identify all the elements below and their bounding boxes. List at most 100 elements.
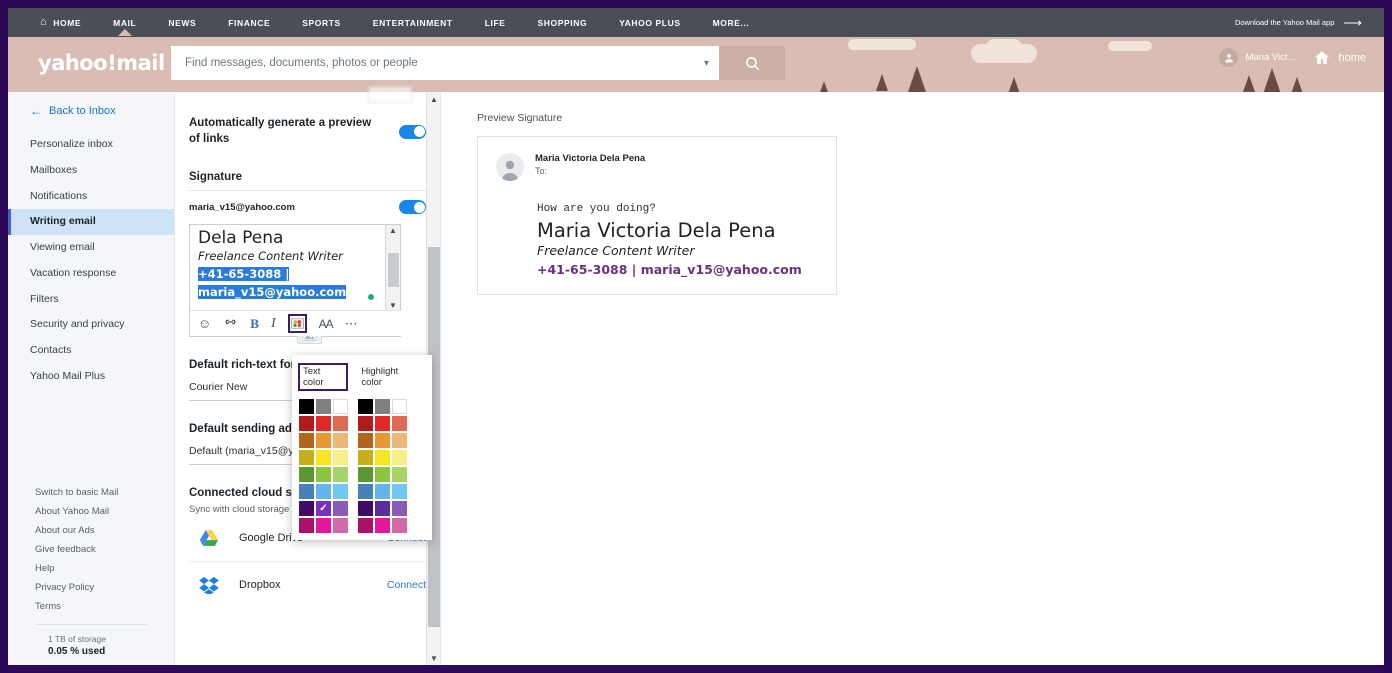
color-swatch[interactable] (375, 484, 390, 499)
color-swatch[interactable] (316, 450, 331, 465)
sidebar-item-vacation-response[interactable]: Vacation response (8, 261, 174, 287)
color-swatch[interactable] (333, 416, 348, 431)
color-swatch[interactable] (358, 399, 373, 414)
signature-toggle[interactable] (399, 200, 426, 215)
signature-editor-body[interactable]: Dela Pena Freelance Content Writer +41-6… (190, 225, 400, 307)
sidebar-item-contacts[interactable]: Contacts (8, 338, 174, 364)
color-swatch[interactable] (333, 467, 348, 482)
scroll-down-arrow-icon[interactable]: ▼ (427, 651, 441, 665)
color-swatch[interactable] (392, 518, 407, 533)
search-button[interactable] (719, 46, 785, 80)
footer-link-about-our-ads[interactable]: About our Ads (8, 521, 174, 540)
color-swatch[interactable] (358, 501, 373, 516)
tab-text-color[interactable]: Text color (298, 363, 349, 391)
italic-icon[interactable]: I (271, 316, 276, 332)
top-nav-item-news[interactable]: NEWS (152, 18, 212, 28)
footer-link-help[interactable]: Help (8, 559, 174, 578)
color-swatch[interactable] (358, 467, 373, 482)
signature-editor[interactable]: Dela Pena Freelance Content Writer +41-6… (189, 224, 402, 345)
footer-link-about-yahoo-mail[interactable]: About Yahoo Mail (8, 502, 174, 521)
search-input[interactable]: Find messages, documents, photos or peop… (171, 46, 719, 80)
yahoo-mail-logo[interactable]: yahoo!mail (38, 51, 165, 75)
bold-icon[interactable]: B (250, 316, 259, 332)
color-swatch[interactable] (299, 518, 314, 533)
top-nav-item-entertainment[interactable]: ENTERTAINMENT (357, 18, 469, 28)
color-swatch[interactable] (299, 450, 314, 465)
sidebar-item-personalize-inbox[interactable]: Personalize inbox (8, 132, 174, 158)
signature-scroll-thumb[interactable] (388, 253, 399, 288)
color-swatch[interactable] (299, 399, 314, 414)
color-swatch[interactable]: ✓ (316, 501, 331, 516)
color-swatch[interactable] (392, 467, 407, 482)
account-menu[interactable]: Maria Vict... (1219, 48, 1295, 67)
triangle-down-icon[interactable]: ▼ (389, 302, 397, 310)
color-swatch[interactable] (392, 399, 407, 414)
connect-button-dropbox[interactable]: Connect (387, 579, 426, 591)
link-icon[interactable] (223, 318, 238, 329)
resize-handle-dot[interactable] (368, 294, 374, 301)
top-nav-item-shopping[interactable]: SHOPPING (522, 18, 604, 28)
color-swatch[interactable] (333, 501, 348, 516)
footer-link-switch-to-basic-mail[interactable]: Switch to basic Mail (8, 483, 174, 502)
sidebar-item-filters[interactable]: Filters (8, 287, 174, 313)
back-to-inbox-link[interactable]: ← Back to Inbox (8, 92, 174, 118)
color-swatch[interactable] (392, 450, 407, 465)
footer-link-privacy-policy[interactable]: Privacy Policy (8, 578, 174, 597)
color-swatch[interactable] (375, 518, 390, 533)
top-nav-item-more[interactable]: MORE... (697, 18, 766, 28)
color-swatch[interactable] (333, 484, 348, 499)
font-size-icon[interactable]: AA (319, 317, 334, 331)
color-swatch[interactable] (392, 416, 407, 431)
sidebar-item-notifications[interactable]: Notifications (8, 184, 174, 210)
color-swatch[interactable] (358, 450, 373, 465)
download-app-link[interactable]: Download the Yahoo Mail app ⟶ (1235, 16, 1384, 29)
color-swatch[interactable] (299, 416, 314, 431)
color-swatch[interactable] (316, 433, 331, 448)
top-nav-item-sports[interactable]: SPORTS (286, 18, 357, 28)
color-swatch[interactable] (299, 501, 314, 516)
top-nav-item-life[interactable]: LIFE (469, 18, 522, 28)
color-swatch[interactable] (299, 467, 314, 482)
footer-link-terms[interactable]: Terms (8, 597, 174, 616)
color-swatch[interactable] (316, 416, 331, 431)
color-swatch[interactable] (358, 433, 373, 448)
link-preview-toggle[interactable] (399, 124, 426, 139)
color-swatch[interactable] (375, 433, 390, 448)
color-swatch[interactable] (333, 518, 348, 533)
sidebar-item-yahoo-mail-plus[interactable]: Yahoo Mail Plus (8, 364, 174, 390)
color-swatch[interactable] (358, 416, 373, 431)
top-nav-item-home[interactable]: ⌂ HOME (36, 17, 97, 28)
more-options-icon[interactable]: ⋯ (345, 316, 359, 332)
color-swatch[interactable] (375, 501, 390, 516)
color-swatch[interactable] (392, 433, 407, 448)
color-swatch[interactable] (333, 433, 348, 448)
color-swatch[interactable] (358, 484, 373, 499)
sidebar-item-mailboxes[interactable]: Mailboxes (8, 158, 174, 184)
top-nav-item-mail[interactable]: MAIL (97, 18, 152, 28)
color-swatch[interactable] (316, 518, 331, 533)
color-swatch[interactable] (375, 467, 390, 482)
home-button[interactable]: home (1313, 49, 1366, 67)
color-swatch[interactable] (375, 450, 390, 465)
chevron-down-icon[interactable]: ▾ (704, 58, 709, 69)
color-swatch[interactable] (333, 450, 348, 465)
color-swatch[interactable] (299, 433, 314, 448)
color-swatch[interactable] (375, 399, 390, 414)
emoji-icon[interactable]: ☺ (198, 316, 211, 331)
color-swatch[interactable] (392, 501, 407, 516)
color-swatch[interactable] (316, 467, 331, 482)
color-swatch[interactable] (316, 484, 331, 499)
cut-off-setting-control[interactable] (368, 86, 412, 103)
sidebar-item-viewing-email[interactable]: Viewing email (8, 235, 174, 261)
scroll-up-arrow-icon[interactable]: ▲ (427, 92, 441, 106)
top-nav-item-yahoo-plus[interactable]: YAHOO PLUS (603, 18, 696, 28)
top-nav-item-finance[interactable]: FINANCE (212, 18, 286, 28)
signature-editor-scrollbar[interactable]: ▲ ▼ (385, 225, 400, 313)
color-swatch[interactable] (316, 399, 331, 414)
tab-highlight-color[interactable]: Highlight color (356, 363, 426, 391)
text-color-icon[interactable] (287, 314, 307, 334)
color-swatch[interactable] (333, 399, 348, 414)
color-swatch[interactable] (358, 518, 373, 533)
sidebar-item-writing-email[interactable]: Writing email (8, 209, 174, 235)
color-swatch[interactable] (392, 484, 407, 499)
